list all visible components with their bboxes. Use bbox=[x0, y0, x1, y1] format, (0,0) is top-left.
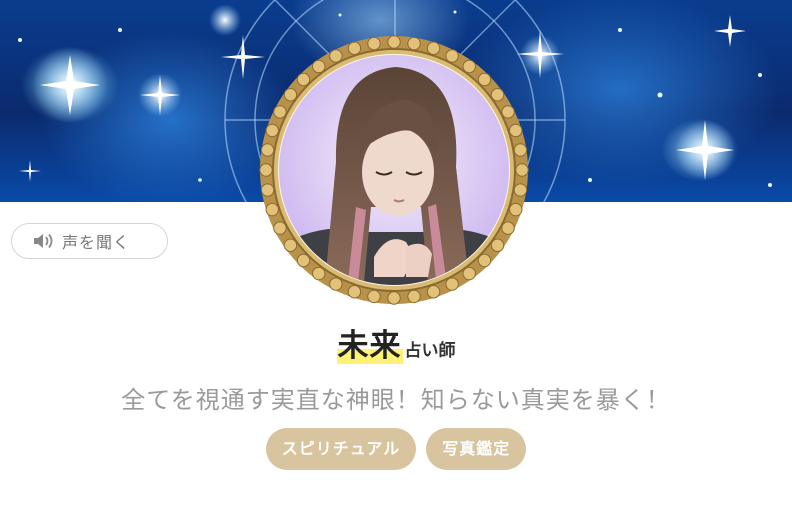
fortune-teller-avatar bbox=[256, 32, 532, 308]
listen-voice-button[interactable]: 声を聞く bbox=[11, 223, 168, 259]
tag-spiritual[interactable]: スピリチュアル bbox=[265, 428, 417, 470]
specialty-tags: スピリチュアル 写真鑑定 bbox=[0, 428, 792, 470]
avatar-photo bbox=[259, 35, 529, 305]
voice-button-label: 声を聞く bbox=[62, 233, 131, 252]
tag-photo-reading[interactable]: 写真鑑定 bbox=[426, 428, 527, 470]
fortune-teller-name: 未来 bbox=[336, 328, 403, 364]
profile-name-row: 未来 占い師 bbox=[0, 320, 792, 365]
role-label: 占い師 bbox=[404, 341, 456, 361]
speaker-icon bbox=[32, 232, 54, 250]
catchphrase: 全てを視通す実直な神眼！知らない真実を暴く！ bbox=[121, 386, 671, 414]
